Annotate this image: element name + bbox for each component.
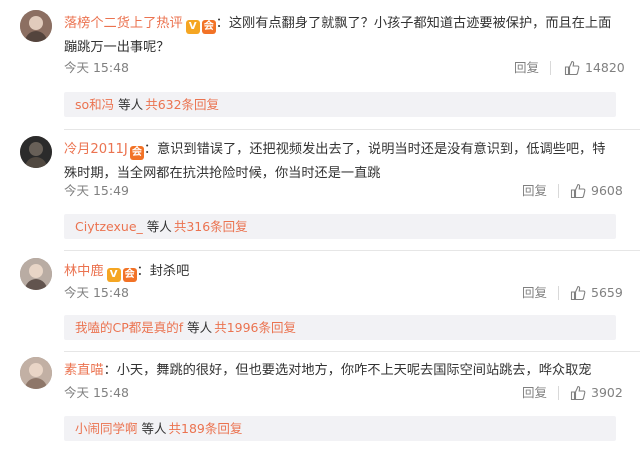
thumbs-up-icon	[570, 183, 586, 199]
reply-button[interactable]: 回复	[522, 383, 547, 403]
comment-time: 今天 15:48	[64, 60, 129, 75]
divider	[550, 61, 551, 75]
like-count: 9608	[591, 183, 623, 198]
reply-count-link[interactable]: 共1996条回复	[214, 320, 296, 335]
comment-list: 落榜个二货上了热评 V 会：这刚有点翻身了就飘了？小孩子都知道古迹要被保护，而且在上…	[0, 0, 640, 456]
thumbs-up-icon	[564, 60, 580, 76]
comment-meta: 今天 15:48 回复 5659	[64, 283, 623, 303]
comment-body: 封杀吧	[149, 264, 190, 279]
comment-meta: 今天 15:49 回复 9608	[64, 181, 623, 201]
avatar[interactable]	[20, 357, 52, 389]
like-button[interactable]: 9608	[570, 181, 623, 201]
verified-badge-icon: V	[185, 20, 200, 34]
reply-count-link[interactable]: 共632条回复	[145, 97, 219, 112]
divider	[64, 250, 640, 251]
comment-username[interactable]: 冷月2011J	[64, 142, 128, 157]
comment-meta: 今天 15:48 回复 3902	[64, 383, 623, 403]
thumbs-up-icon	[570, 285, 586, 301]
comment-username[interactable]: 素直喵	[64, 363, 104, 378]
reply-button[interactable]: 回复	[514, 58, 539, 78]
avatar[interactable]	[20, 136, 52, 168]
divider	[558, 386, 559, 400]
reply-button[interactable]: 回复	[522, 181, 547, 201]
member-badge-icon: 会	[122, 268, 137, 282]
member-badge-icon: 会	[201, 20, 216, 34]
reply-summary[interactable]: 我嗑的CP都是真的f 等人 共1996条回复	[64, 315, 616, 340]
thumbs-up-icon	[570, 385, 586, 401]
comment-time: 今天 15:48	[64, 385, 129, 400]
reply-username[interactable]: 我嗑的CP都是真的f	[75, 320, 183, 335]
comment-meta: 今天 15:48 回复 14820	[64, 58, 625, 78]
reply-summary[interactable]: 小闹同学啊 等人 共189条回复	[64, 416, 616, 441]
like-count: 3902	[591, 385, 623, 400]
like-count: 5659	[591, 285, 623, 300]
comment-text: 林中鹿 V 会：封杀吧	[64, 264, 190, 282]
like-count: 14820	[585, 60, 625, 75]
avatar[interactable]	[20, 10, 52, 42]
member-badge-icon: 会	[129, 146, 144, 160]
divider	[64, 129, 640, 130]
comment-body: 小天，舞跳的很好，但也要选对地方，你咋不上天呢去国际空间站跳去，哗众取宠	[116, 363, 592, 378]
reply-summary[interactable]: so和冯 等人 共632条回复	[64, 92, 616, 117]
reply-summary[interactable]: Ciytzexue_ 等人 共316条回复	[64, 214, 616, 239]
reply-username[interactable]: Ciytzexue_	[75, 219, 143, 234]
comment-time: 今天 15:48	[64, 285, 129, 300]
verified-badge-icon: V	[106, 268, 121, 282]
reply-username[interactable]: 小闹同学啊	[75, 421, 138, 436]
comment-username[interactable]: 林中鹿	[64, 264, 104, 279]
reply-count-link[interactable]: 共189条回复	[169, 421, 243, 436]
reply-count-link[interactable]: 共316条回复	[174, 219, 248, 234]
like-button[interactable]: 5659	[570, 283, 623, 303]
comment-text: 素直喵：小天，舞跳的很好，但也要选对地方，你咋不上天呢去国际空间站跳去，哗众取宠	[64, 363, 592, 378]
comment-username[interactable]: 落榜个二货上了热评	[64, 16, 183, 31]
divider	[558, 286, 559, 300]
like-button[interactable]: 3902	[570, 383, 623, 403]
reply-button[interactable]: 回复	[522, 283, 547, 303]
comment-time: 今天 15:49	[64, 183, 129, 198]
divider	[558, 184, 559, 198]
reply-username[interactable]: so和冯	[75, 97, 114, 112]
comment-text: 冷月2011J 会：意识到错误了，还把视频发出去了，说明当时还是没有意识到，低调些…	[64, 142, 606, 181]
comment-text: 落榜个二货上了热评 V 会：这刚有点翻身了就飘了？小孩子都知道古迹要被保护，而且在上…	[64, 16, 612, 55]
divider	[64, 351, 640, 352]
avatar[interactable]	[20, 258, 52, 290]
like-button[interactable]: 14820	[564, 58, 625, 78]
